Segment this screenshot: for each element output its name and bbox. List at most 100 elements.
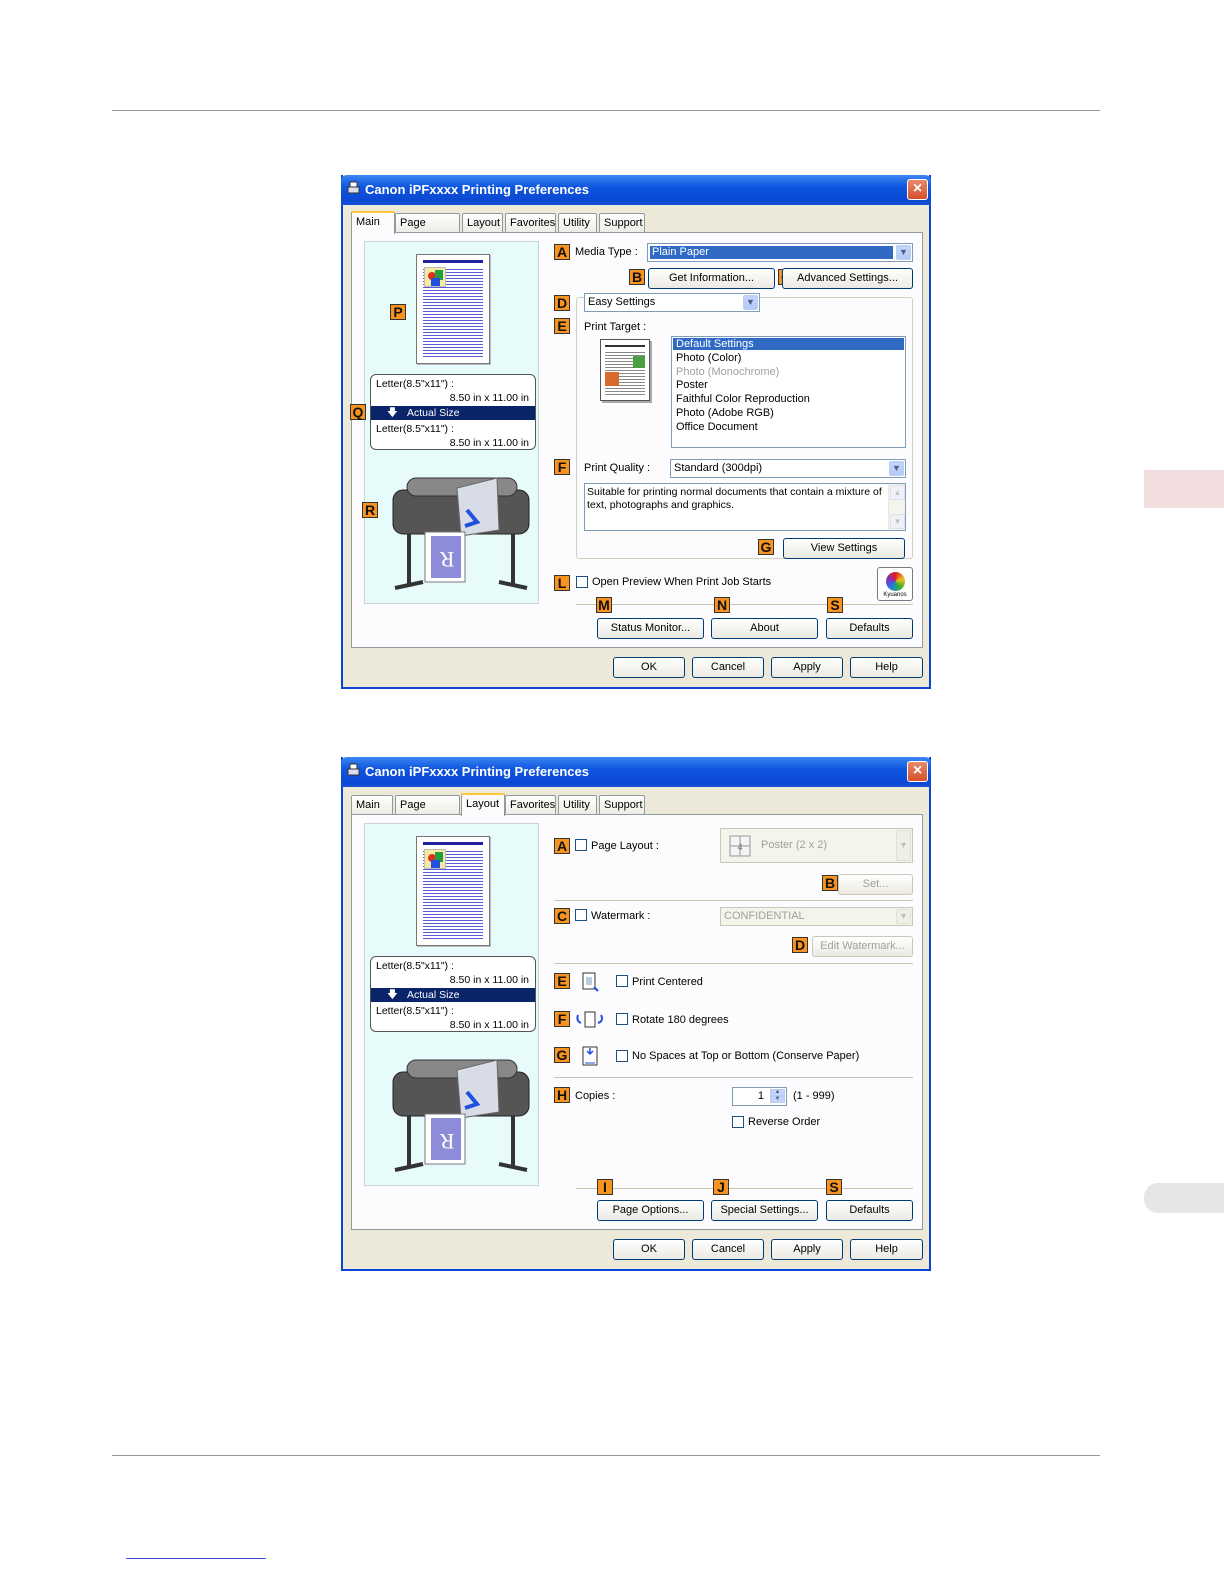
page-preview — [416, 254, 490, 364]
print-centered-checkbox[interactable] — [616, 975, 628, 987]
tab-support[interactable]: Support — [599, 213, 645, 233]
chevron-up-icon[interactable]: ▲ — [770, 1089, 785, 1096]
tab-page-setup[interactable]: Page Setup — [395, 795, 460, 829]
callout-j: J — [713, 1179, 729, 1195]
print-centered-icon — [582, 972, 599, 992]
media-type-select[interactable]: Plain Paper ▼ — [647, 243, 913, 262]
tab-support[interactable]: Support — [599, 795, 645, 815]
edit-watermark-button[interactable]: Edit Watermark... — [812, 936, 913, 957]
help-button[interactable]: Help — [850, 1239, 923, 1260]
copies-stepper[interactable]: 1 ▲ ▼ — [732, 1087, 787, 1106]
status-monitor-button[interactable]: Status Monitor... — [597, 618, 704, 639]
close-button[interactable]: × — [907, 761, 928, 782]
cancel-button[interactable]: Cancel — [692, 1239, 764, 1260]
print-centered-label: Print Centered — [632, 976, 703, 988]
list-item[interactable]: Office Document — [676, 421, 758, 433]
reverse-order-label: Reverse Order — [748, 1116, 821, 1128]
page-layout-select[interactable]: 4 Poster (2 x 2) ▼ — [720, 828, 913, 863]
callout-i: I — [597, 1179, 613, 1195]
original-size-value: 8.50 in x 11.00 in — [449, 392, 529, 404]
bottom-separator — [576, 604, 913, 605]
dialog-title: Canon iPFxxxx Printing Preferences — [365, 764, 589, 779]
bottom-rule — [112, 1455, 1100, 1456]
about-button[interactable]: About — [711, 618, 818, 639]
scrollbar[interactable]: ▲ ▼ — [888, 484, 905, 530]
print-target-list[interactable]: Default Settings Photo (Color) Photo (Mo… — [671, 336, 906, 448]
callout-h: H — [554, 1087, 570, 1103]
list-item[interactable]: Default Settings — [673, 338, 904, 350]
page-options-button[interactable]: Page Options... — [597, 1200, 704, 1221]
paper-size-box[interactable]: Letter(8.5"x11") : 8.50 in x 11.00 in 🡇 A… — [370, 956, 536, 1032]
get-information-button[interactable]: Get Information... — [648, 268, 775, 289]
list-item[interactable]: Poster — [676, 379, 708, 391]
special-settings-button[interactable]: Special Settings... — [711, 1200, 818, 1221]
reverse-order-checkbox[interactable] — [732, 1116, 744, 1128]
tab-utility[interactable]: Utility — [558, 213, 597, 233]
callout-q: Q — [350, 404, 366, 420]
printer-icon — [347, 181, 360, 194]
media-type-label: Media Type : — [575, 246, 638, 258]
list-item[interactable]: Photo (Monochrome) — [676, 366, 779, 378]
svg-text:R: R — [439, 547, 454, 572]
paper-size-box[interactable]: Letter(8.5"x11") : 8.50 in x 11.00 in 🡇 A… — [370, 374, 536, 450]
chevron-down-icon: ▼ — [896, 909, 911, 924]
tab-layout[interactable]: Layout — [461, 793, 505, 816]
callout-n: N — [714, 597, 730, 613]
settings-mode-select[interactable]: Easy Settings ▼ — [584, 293, 760, 312]
printer-illustration: R — [392, 477, 530, 590]
page-layout-label: Page Layout : — [591, 840, 659, 852]
callout-a: A — [554, 244, 570, 260]
separator — [554, 1077, 913, 1078]
tab-favorites[interactable]: Favorites — [505, 213, 556, 233]
tab-main[interactable]: Main — [351, 211, 395, 234]
print-quality-select[interactable]: Standard (300dpi) ▼ — [670, 459, 906, 478]
callout-f: F — [554, 1011, 570, 1027]
tab-page-setup[interactable]: Page Setup — [395, 213, 460, 247]
rotate-180-label: Rotate 180 degrees — [632, 1014, 729, 1026]
no-spaces-checkbox[interactable] — [616, 1050, 628, 1062]
list-item[interactable]: Photo (Adobe RGB) — [676, 407, 774, 419]
title-bar: Canon iPFxxxx Printing Preferences × — [341, 175, 931, 205]
scroll-up-icon: ▲ — [890, 485, 905, 500]
advanced-settings-button[interactable]: Advanced Settings... — [782, 268, 913, 289]
callout-r: R — [362, 502, 378, 518]
cancel-button[interactable]: Cancel — [692, 657, 764, 678]
original-size-label: Letter(8.5"x11") : — [376, 960, 454, 972]
list-item[interactable]: Faithful Color Reproduction — [676, 393, 810, 405]
copies-label: Copies : — [575, 1090, 616, 1102]
down-arrow-icon: 🡇 — [387, 989, 398, 1001]
tab-main[interactable]: Main — [351, 795, 393, 815]
close-button[interactable]: × — [907, 179, 928, 200]
callout-e: E — [554, 973, 570, 989]
watermark-select[interactable]: CONFIDENTIAL ▼ — [720, 907, 913, 926]
printer-icon — [347, 763, 360, 776]
watermark-checkbox[interactable] — [575, 909, 587, 921]
down-arrow-icon: 🡇 — [387, 407, 398, 419]
set-button[interactable]: Set... — [838, 874, 913, 895]
separator — [554, 963, 913, 964]
apply-button[interactable]: Apply — [771, 1239, 843, 1260]
defaults-button[interactable]: Defaults — [826, 1200, 913, 1221]
print-target-preview — [600, 339, 650, 401]
tab-favorites[interactable]: Favorites — [505, 795, 556, 815]
list-item[interactable]: Photo (Color) — [676, 352, 741, 364]
tab-layout[interactable]: Layout — [462, 213, 503, 233]
page-layout-checkbox[interactable] — [575, 839, 587, 851]
open-preview-checkbox[interactable] — [576, 576, 588, 588]
ok-button[interactable]: OK — [613, 1239, 685, 1260]
chevron-down-icon: ▼ — [896, 245, 911, 260]
apply-button[interactable]: Apply — [771, 657, 843, 678]
callout-a: A — [554, 838, 570, 854]
rotate-180-checkbox[interactable] — [616, 1013, 628, 1025]
help-button[interactable]: Help — [850, 657, 923, 678]
footer-link-rule — [126, 1558, 266, 1559]
kyuanos-icon[interactable]: Kyuanos — [877, 567, 913, 601]
printer-illustration: R — [392, 1059, 530, 1172]
settings-preview: Letter(8.5"x11") : 8.50 in x 11.00 in 🡇 A… — [364, 823, 539, 1186]
defaults-button[interactable]: Defaults — [826, 618, 913, 639]
chevron-down-icon[interactable]: ▼ — [770, 1096, 785, 1103]
view-settings-button[interactable]: View Settings — [783, 538, 905, 559]
watermark-label: Watermark : — [591, 910, 651, 922]
tab-utility[interactable]: Utility — [558, 795, 597, 815]
ok-button[interactable]: OK — [613, 657, 685, 678]
